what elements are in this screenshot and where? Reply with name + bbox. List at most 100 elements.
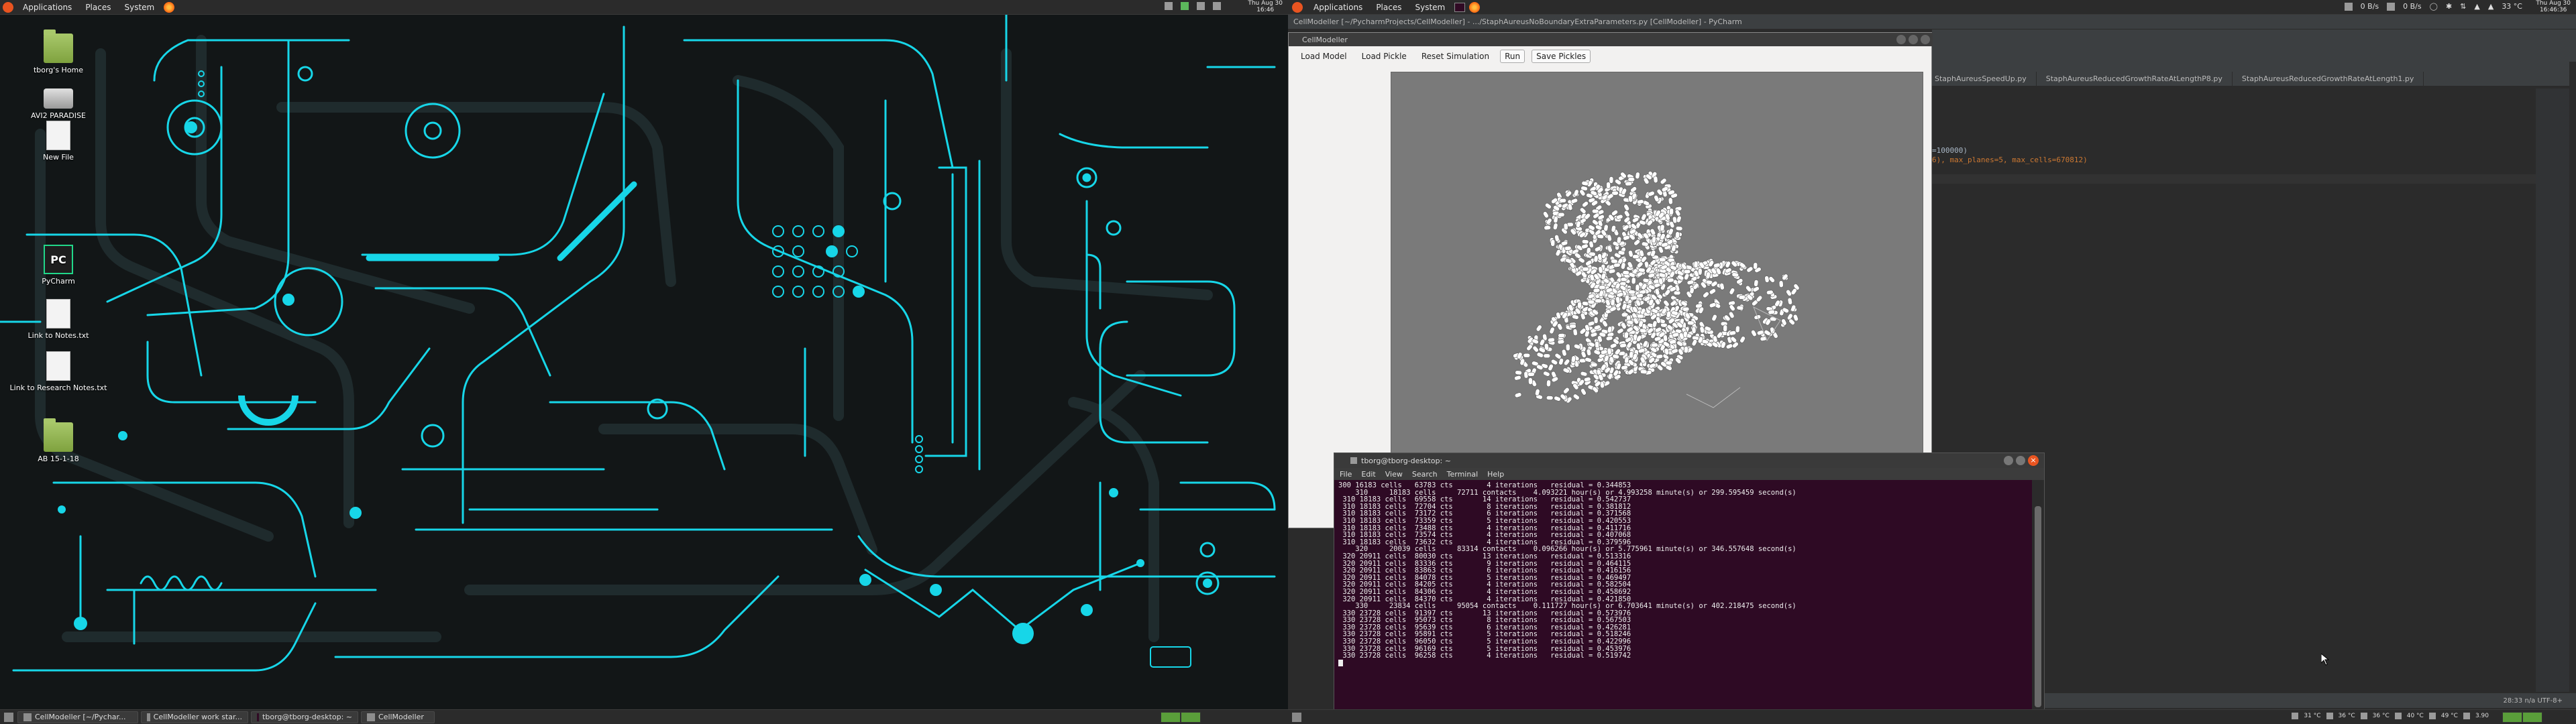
right-clock[interactable]: Thu Aug 30 16:46:36 xyxy=(2536,0,2571,13)
bacterial-cell xyxy=(1515,370,1522,375)
bacterial-cell xyxy=(1564,245,1572,251)
desktop-icon-drive[interactable]: AVI2 PARADISE xyxy=(21,82,95,120)
bacterial-cell xyxy=(1732,341,1739,349)
bacterial-cell xyxy=(1624,356,1629,364)
workspace-switcher[interactable] xyxy=(1161,712,1201,723)
terminal-scrollbar[interactable] xyxy=(2032,480,2044,710)
workspace-icon[interactable] xyxy=(1197,2,1205,10)
run-button[interactable]: Run xyxy=(1500,50,1525,63)
bacterial-cell xyxy=(1557,212,1565,217)
network-icon[interactable] xyxy=(1165,2,1173,10)
menu-system[interactable]: System xyxy=(117,3,161,12)
cpu-temp-icon xyxy=(2394,713,2402,719)
left-clock[interactable]: Thu Aug 30 16:46 xyxy=(1248,0,1283,13)
desktop-icon-ab-folder[interactable]: AB 15-1-18 xyxy=(21,418,95,463)
load-model-button[interactable]: Load Model xyxy=(1297,50,1351,62)
maximize-button[interactable] xyxy=(1909,35,1918,44)
bacterial-cell xyxy=(1628,195,1633,202)
cpu-freq-icon xyxy=(2463,713,2470,719)
menu-applications[interactable]: Applications xyxy=(1307,3,1369,12)
bacterial-cell xyxy=(1607,234,1612,242)
desktop-icon-notes[interactable]: Link to Notes.txt xyxy=(21,299,95,340)
bacterial-cell xyxy=(1580,351,1587,358)
left-monitor: Applications Places System Thu Aug 30 16… xyxy=(0,0,1288,724)
bacterial-cell xyxy=(1660,224,1665,232)
show-desktop-icon[interactable] xyxy=(4,712,13,722)
firefox-launcher-icon[interactable] xyxy=(164,2,175,13)
editor-tab[interactable]: StaphAureusReducedGrowthRateAtLengthP8.p… xyxy=(2037,72,2233,86)
pycharm-editor-tabs: StaphAureusSpeedUp.py StaphAureusReduced… xyxy=(1925,62,2569,86)
bacterial-cell xyxy=(1641,241,1649,247)
show-desktop-icon[interactable] xyxy=(1292,712,1301,722)
close-button[interactable]: × xyxy=(2028,455,2039,466)
bacterial-cell xyxy=(1711,314,1717,322)
minimize-button[interactable] xyxy=(1896,35,1906,44)
editor-tab[interactable]: StaphAureusSpeedUp.py xyxy=(1925,72,2037,86)
bacterial-cell xyxy=(1668,197,1673,205)
lightbulb-icon[interactable]: ◯ xyxy=(2430,2,2438,11)
bacterial-cell xyxy=(1569,324,1576,329)
menu-search[interactable]: Search xyxy=(1412,470,1438,479)
network-monitor-icon[interactable] xyxy=(2387,2,2396,11)
workspace-switcher[interactable] xyxy=(2502,712,2542,723)
desktop-icon-home[interactable]: tborg's Home xyxy=(21,29,95,74)
taskbar-item-cellmodeller-work[interactable]: CellModeller work star... xyxy=(141,711,248,723)
load-pickle-button[interactable]: Load Pickle xyxy=(1358,50,1411,62)
bacterial-cell xyxy=(1658,257,1666,262)
bacterial-cell xyxy=(1581,239,1589,245)
menu-help[interactable]: Help xyxy=(1487,470,1504,479)
desktop-icon-pycharm[interactable]: PC PyCharm xyxy=(21,245,95,286)
code-line[interactable]: 6), max_planes=5, max_cells=670812) xyxy=(1932,156,2088,164)
menu-edit[interactable]: Edit xyxy=(1361,470,1375,479)
bacterial-cell xyxy=(1548,337,1555,343)
bacterial-cell xyxy=(1570,355,1576,363)
menu-places[interactable]: Places xyxy=(1369,3,1408,12)
desktop-icon-label: Link to Notes.txt xyxy=(28,331,89,340)
cpu-temp-icon xyxy=(2326,713,2333,719)
ubuntu-logo-icon[interactable] xyxy=(1292,2,1303,13)
menu-terminal[interactable]: Terminal xyxy=(1447,470,1479,479)
terminal-launcher-icon[interactable] xyxy=(1454,3,1466,12)
taskbar-item-pycharm[interactable]: CellModeller [~/Pychar... xyxy=(17,711,138,723)
bacterial-cell xyxy=(1668,228,1674,235)
desktop-icon-research-notes[interactable]: Link to Research Notes.txt xyxy=(8,351,109,392)
pycharm-titlebar: CellModeller [~/PycharmProjects/CellMode… xyxy=(1288,15,2576,29)
scrollbar-thumb[interactable] xyxy=(2035,506,2041,707)
bacterial-cell xyxy=(1616,236,1622,244)
menu-system[interactable]: System xyxy=(1408,3,1452,12)
pycharm-icon: PC xyxy=(44,245,73,274)
window-title: CellModeller xyxy=(1302,35,1348,44)
close-button[interactable] xyxy=(1921,35,1930,44)
bacterial-cell xyxy=(1738,294,1746,300)
circuit-wallpaper xyxy=(0,0,1288,724)
volume-icon[interactable]: ▲ xyxy=(2474,2,2479,11)
terminal-icon xyxy=(257,713,260,721)
firefox-launcher-icon[interactable] xyxy=(1469,2,1481,13)
left-panel-tray xyxy=(1165,2,1221,10)
bluetooth-icon[interactable]: ✱ xyxy=(2446,2,2452,11)
minimize-button[interactable] xyxy=(2004,456,2013,465)
network-wired-icon[interactable]: ⇅ xyxy=(2460,2,2466,11)
menu-places[interactable]: Places xyxy=(78,3,117,12)
code-line[interactable]: =100000) xyxy=(1932,146,1968,155)
taskbar-item-cellmodeller[interactable]: CellModeller xyxy=(361,711,435,723)
battery-icon[interactable] xyxy=(1181,2,1189,10)
desktop-icon-new-file[interactable]: New File xyxy=(21,121,95,162)
network-monitor-icon[interactable] xyxy=(2344,2,2353,11)
ubuntu-logo-icon[interactable] xyxy=(3,2,13,13)
bacterial-cell xyxy=(1723,324,1728,332)
terminal-output[interactable]: 300 16183 cells 63783 cts 4 iterations r… xyxy=(1334,480,2032,710)
menu-view[interactable]: View xyxy=(1385,470,1403,479)
menu-applications[interactable]: Applications xyxy=(16,3,78,12)
bacterial-cell xyxy=(1554,396,1561,402)
bacterial-cell xyxy=(1719,283,1725,290)
bacterial-cell xyxy=(1543,371,1550,377)
editor-tab[interactable]: StaphAureusReducedGrowthRateAtLength1.py xyxy=(2233,72,2424,86)
menu-file[interactable]: File xyxy=(1340,470,1352,479)
taskbar-item-terminal[interactable]: tborg@tborg-desktop: ~ xyxy=(251,711,358,723)
volume-icon[interactable] xyxy=(1213,2,1221,10)
temperature-icon[interactable]: ▲ xyxy=(2488,2,2493,11)
reset-simulation-button[interactable]: Reset Simulation xyxy=(1417,50,1493,62)
save-pickles-button[interactable]: Save Pickles xyxy=(1532,50,1591,63)
maximize-button[interactable] xyxy=(2016,456,2025,465)
